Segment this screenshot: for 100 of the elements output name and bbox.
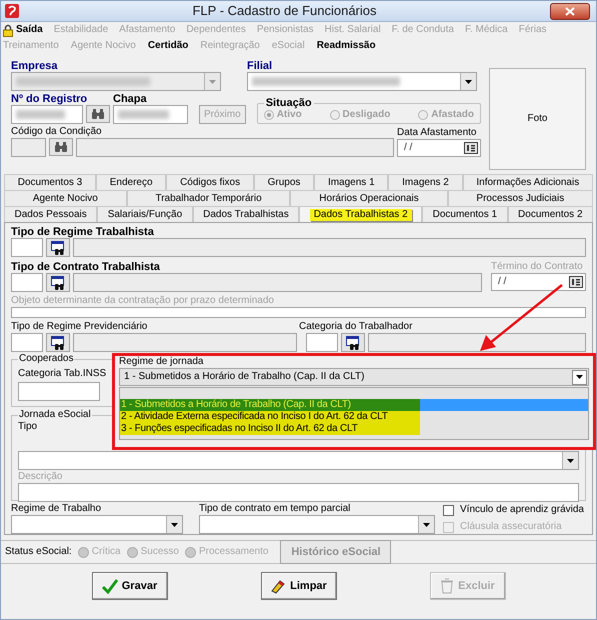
lookup-button[interactable] xyxy=(46,273,70,292)
radio-label: Desligado xyxy=(342,109,390,121)
tab[interactable]: Documentos 2 xyxy=(508,206,593,222)
field-label: Tipo de contrato em tempo parcial xyxy=(199,503,352,515)
field-label: Nº do Registro xyxy=(11,93,88,105)
dropdown-option[interactable]: 1 - Submetidos a Horário de Trabalho (Cap. II da CLT) xyxy=(120,399,420,411)
dropdown-value: 1 - Submetidos a Horário de Trabalho (Cap. II da CLT) xyxy=(123,371,364,383)
checkmark-icon xyxy=(102,578,118,594)
input-field[interactable] xyxy=(11,273,43,292)
input-field[interactable] xyxy=(73,333,297,352)
binoculars-icon xyxy=(92,109,104,119)
dropdown-arrow-icon xyxy=(465,80,472,84)
tab[interactable]: Dados Trabalhistas xyxy=(192,206,300,222)
date-field[interactable]: / / xyxy=(397,139,481,157)
checkbox-label: Vínculo de aprendiz grávida xyxy=(460,504,584,516)
tab[interactable]: Trabalhador Temporário xyxy=(126,190,290,206)
eraser-icon xyxy=(270,578,286,594)
dropdown-option[interactable]: 3 - Funções especificadas no Inciso II do Art. 62 da CLT xyxy=(120,423,420,435)
dropdown-arrow-icon xyxy=(209,80,216,84)
tab[interactable]: Documentos 3 xyxy=(4,174,96,190)
tab[interactable]: Documentos 1 xyxy=(422,206,508,222)
dropdown-field[interactable] xyxy=(199,515,435,534)
calendar-icon xyxy=(569,276,583,288)
status-text: Crítica xyxy=(92,546,121,558)
input-field[interactable] xyxy=(11,307,586,318)
tab[interactable]: Dados Trabalhistas 2 xyxy=(299,206,422,222)
field-label: Chapa xyxy=(113,93,148,105)
checkbox-label: Cláusula assecuratória xyxy=(460,521,562,533)
lookup-button[interactable] xyxy=(341,333,365,352)
input-field[interactable] xyxy=(11,138,46,157)
lookup-button[interactable] xyxy=(46,238,70,257)
input-field[interactable] xyxy=(11,105,83,124)
input-field[interactable] xyxy=(18,382,100,401)
input-field[interactable] xyxy=(76,138,394,157)
menu-item[interactable]: Readmissão xyxy=(316,40,376,52)
tab[interactable]: Grupos xyxy=(254,174,314,190)
window-search-icon xyxy=(51,336,65,350)
field-label: Término do Contrato xyxy=(491,261,584,273)
window-search-icon xyxy=(51,276,65,290)
group-title: Jornada eSocial xyxy=(18,409,92,421)
input-field[interactable] xyxy=(113,105,188,124)
tab[interactable]: Informações Adicionais xyxy=(462,174,593,190)
tab[interactable]: Processos Judiciais xyxy=(448,190,594,206)
dropdown-arrow-icon xyxy=(567,458,574,462)
input-field[interactable] xyxy=(306,333,338,352)
calendar-icon xyxy=(464,142,478,154)
field-label: Tipo de Regime Trabalhista xyxy=(11,226,155,238)
binoculars-icon xyxy=(55,142,67,152)
status-label: Status eSocial: xyxy=(5,546,72,558)
menu-item[interactable]: Saída xyxy=(16,24,43,36)
dropdown-arrow-icon xyxy=(423,522,430,526)
input-field[interactable] xyxy=(73,273,482,292)
tab[interactable]: Agente Nocivo xyxy=(4,190,127,206)
status-text: Sucesso xyxy=(140,546,179,558)
field-label: Código da Condição xyxy=(11,126,103,138)
tab[interactable]: Endereço xyxy=(96,174,166,190)
lookup-button[interactable] xyxy=(46,333,70,352)
dropdown-field[interactable] xyxy=(18,451,579,470)
input-field[interactable] xyxy=(73,238,586,257)
dropdown-field[interactable]: 1 - Submetidos a Horário de Trabalho (Cap. II da CLT) xyxy=(119,368,589,386)
date-value: / / xyxy=(498,276,506,288)
dropdown-option[interactable]: 2 - Atividade Externa especificada no Inciso I do Art. 62 da CLT xyxy=(120,411,420,423)
tab[interactable]: Imagens 2 xyxy=(388,174,463,190)
input-field[interactable] xyxy=(11,238,43,257)
action-button[interactable]: Gravar xyxy=(92,572,168,600)
field-label: Tipo de Contrato Trabalhista xyxy=(11,261,160,273)
tab[interactable]: Salariais/Função xyxy=(97,206,193,222)
date-value: / / xyxy=(404,142,412,154)
close-icon xyxy=(565,6,575,16)
input-field[interactable] xyxy=(368,333,586,352)
dropdown-arrow-icon xyxy=(171,522,178,526)
tab[interactable]: Dados Pessoais xyxy=(4,206,98,222)
dropdown-arrow-icon xyxy=(576,375,583,379)
field-label: Descrição xyxy=(18,471,64,483)
dropdown-field[interactable] xyxy=(11,515,183,534)
group-title: Cooperados xyxy=(18,353,74,365)
branch-dropdown[interactable] xyxy=(247,72,477,91)
input-field[interactable] xyxy=(11,333,43,352)
field-label: Regime de Trabalho xyxy=(11,503,102,515)
action-button[interactable]: Limpar xyxy=(260,572,336,600)
lock-icon xyxy=(3,24,13,36)
radio-label: Ativo xyxy=(276,109,302,121)
close-button[interactable] xyxy=(550,2,590,20)
menu-item[interactable]: Certidão xyxy=(148,40,188,52)
redacted-value xyxy=(16,110,65,119)
redacted-value xyxy=(118,110,170,119)
field-label: Categoria Tab.INSS xyxy=(18,368,106,380)
field-label: Categoria do Trabalhador xyxy=(299,321,412,333)
checkbox[interactable] xyxy=(443,504,454,516)
tab[interactable]: Códigos fixos xyxy=(166,174,254,190)
radio-label: Afastado xyxy=(431,109,474,121)
input-field[interactable] xyxy=(18,483,579,502)
company-dropdown[interactable] xyxy=(11,72,221,91)
status-text: Processamento xyxy=(198,546,268,558)
window-search-icon xyxy=(346,336,360,350)
field-label: Empresa xyxy=(11,60,58,72)
field-label: Tipo xyxy=(18,421,38,433)
field-label: Data Afastamento xyxy=(397,127,478,139)
tab[interactable]: Imagens 1 xyxy=(314,174,388,190)
tab[interactable]: Horários Operacionais xyxy=(290,190,448,206)
